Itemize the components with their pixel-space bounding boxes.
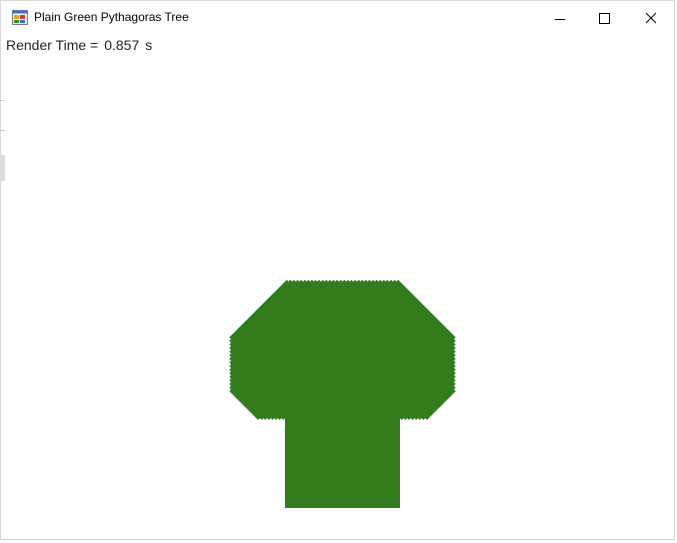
background-window-edge	[0, 100, 5, 101]
pythagoras-tree-canvas	[229, 279, 456, 508]
app-window: Plain Green Pythagoras Tree Render Time …	[0, 0, 675, 540]
pythagoras-tree	[229, 279, 456, 508]
background-window-edge	[0, 155, 5, 181]
background-window-edge	[0, 130, 5, 131]
